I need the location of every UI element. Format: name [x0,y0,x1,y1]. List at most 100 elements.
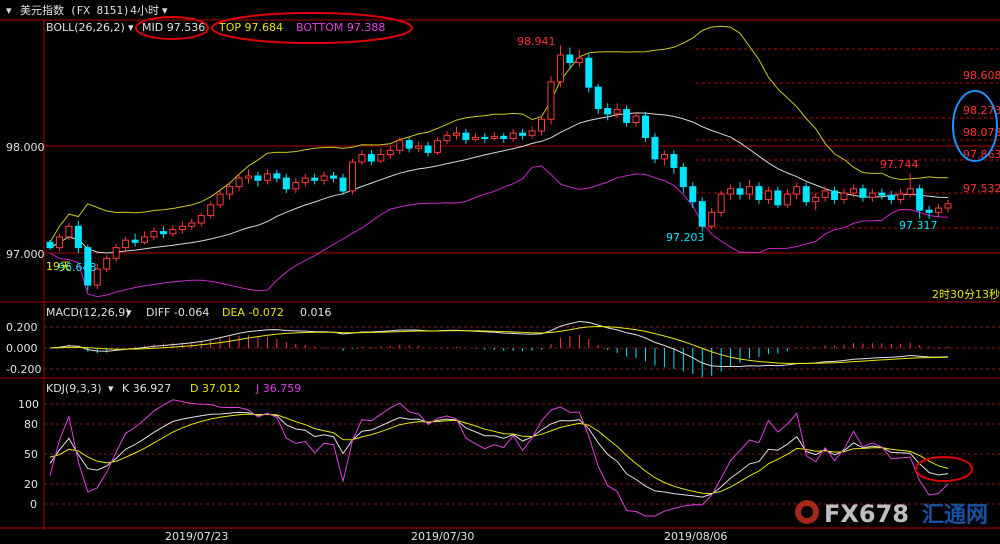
candle-body [500,135,508,140]
candle-body [216,193,224,206]
boll-label[interactable]: BOLL(26,26,2) [46,21,125,34]
candle-body [575,57,583,64]
macd-label[interactable]: MACD(12,26,9) [46,306,130,319]
candle-body [793,186,801,195]
watermark-brand: FX678 [824,500,909,528]
candle-body [878,192,886,196]
candle-body [859,188,867,198]
candle-body [188,222,196,227]
period-selector[interactable]: 4小时 [130,4,159,17]
candle-body [944,203,952,209]
candle-body [509,132,517,140]
candle-body [273,173,281,179]
candle-body [566,54,574,64]
candle-body [679,166,687,188]
countdown-label: 2时30分13秒 [932,287,1000,301]
kdj-d-value: D 37.012 [190,382,240,395]
macd-dea-value: DEA -0.072 [222,306,284,319]
candle-body [282,177,290,190]
candle-body [925,209,933,213]
symbol-name: 美元指数 [20,3,64,17]
candle-body [169,228,177,235]
candle-body [74,225,82,249]
candle-body [764,190,772,201]
candle-body [613,109,621,115]
fx678-watermark: FX678 汇通网 [795,500,988,528]
macd-tick: -0.200 [6,363,41,376]
candle-body [65,225,73,238]
low2-label: 97.203 [666,231,705,244]
high-label: 98.941 [517,35,556,48]
candle-body [377,154,385,162]
candle-body [623,109,631,123]
price-tick: 97.000 [6,248,45,261]
candle-body [207,204,215,217]
candle-body [594,86,602,110]
candle-body [159,231,167,235]
boll-mid-value: MID 97.536 [142,21,205,34]
candle-body [396,140,404,151]
candle-body [226,186,234,195]
macd-diff-value: DIFF -0.064 [146,306,209,319]
menu-arrow-icon[interactable]: ▾ [6,4,12,17]
candle-body [812,196,820,203]
candle-body [887,194,895,201]
candle-body [311,177,319,181]
candle-body [755,186,763,201]
candle-body [424,145,432,153]
candle-body [415,145,423,149]
candle-body [736,188,744,195]
boll-bottom-value: BOTTOM 97.388 [296,21,385,34]
kdj-tick: 0 [30,498,37,511]
days-label: 19天 [46,260,71,273]
candle-body [301,177,309,183]
candle-body [849,188,857,194]
kdj-label[interactable]: KDJ(9,3,3) [46,382,102,395]
candle-body [528,130,536,136]
candle-body [897,193,905,200]
candle-body [481,136,489,140]
candle-body [670,154,678,168]
candle-body [727,188,735,195]
candle-body [330,175,338,179]
macd-hist-value: 0.016 [300,306,332,319]
candle-body [538,118,546,132]
candle-body [471,136,479,141]
kdj-tick: 50 [24,448,38,461]
candle-body [112,247,120,259]
low3-label: 97.317 [899,219,938,232]
boll-top-value: TOP 97.684 [218,21,283,34]
macd-arrow-icon[interactable]: ▾ [126,306,132,319]
candle-body [868,192,876,198]
kdj-tick: 20 [24,478,38,491]
candle-body [783,193,791,206]
candle-body [197,215,205,224]
candle-body [774,190,782,206]
candle-body [840,192,848,201]
candle-body [245,175,253,179]
candle-body [55,236,63,249]
candle-body [651,136,659,160]
kdj-arrow-icon[interactable]: ▾ [108,382,114,395]
period-arrow-icon[interactable]: ▾ [162,4,168,17]
chart-header: ▾ 美元指数 (FX 8151) 4小时 ▾ [6,3,168,17]
candle-body [339,177,347,192]
candle-body [405,140,413,149]
candle-body [141,236,149,243]
peak2-label: 97.744 [880,158,919,171]
candle-body [386,149,394,156]
chart-canvas[interactable]: ▾ 美元指数 (FX 8151) 4小时 ▾ BOLL(26,26,2) ▾ M… [0,0,1000,544]
macd-tick: 0.000 [6,342,38,355]
candle-body [235,177,243,188]
macd-tick: 0.200 [6,321,38,334]
watermark-cn: 汇通网 [922,503,988,528]
candle-body [131,239,139,243]
candle-body [292,181,300,190]
date-label: 2019/07/23 [165,530,228,543]
candle-body [935,207,943,213]
candle-body [348,161,356,192]
boll-arrow-icon[interactable]: ▾ [128,21,134,34]
candle-body [358,154,366,163]
candle-body [178,225,186,230]
candle-body [103,257,111,270]
